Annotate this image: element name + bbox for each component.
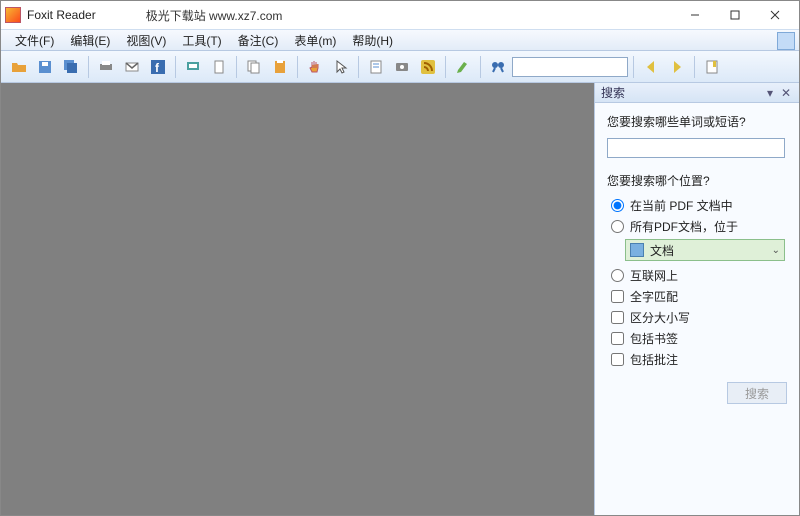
save-as-button[interactable] <box>59 55 83 79</box>
paste-button[interactable] <box>268 55 292 79</box>
check-annotations-label: 包括批注 <box>630 351 678 368</box>
radio-current-pdf[interactable]: 在当前 PDF 文档中 <box>611 197 787 214</box>
radio-all-pdf-input[interactable] <box>611 220 624 233</box>
check-case-input[interactable] <box>611 311 624 324</box>
snapshot-button[interactable] <box>390 55 414 79</box>
check-bookmarks-label: 包括书签 <box>630 330 678 347</box>
folder-icon <box>630 243 644 257</box>
search-panel: 搜索 ▾ ✕ 您要搜索哪些单词或短语? 您要搜索哪个位置? 在当前 PDF 文档… <box>594 83 799 515</box>
print-button[interactable] <box>94 55 118 79</box>
radio-current-pdf-label: 在当前 PDF 文档中 <box>630 197 733 214</box>
radio-current-pdf-input[interactable] <box>611 199 624 212</box>
radio-internet-label: 互联网上 <box>630 267 678 284</box>
copy-button[interactable] <box>242 55 266 79</box>
save-button[interactable] <box>33 55 57 79</box>
menu-tools[interactable]: 工具(T) <box>174 30 229 51</box>
check-case[interactable]: 区分大小写 <box>611 309 787 326</box>
app-logo-icon <box>5 7 21 23</box>
menu-view[interactable]: 视图(V) <box>118 30 174 51</box>
radio-internet[interactable]: 互联网上 <box>611 267 787 284</box>
menu-edit[interactable]: 编辑(E) <box>62 30 118 51</box>
search-where-label: 您要搜索哪个位置? <box>607 172 787 189</box>
menu-file[interactable]: 文件(F) <box>7 30 62 51</box>
bookmark-button[interactable] <box>700 55 724 79</box>
menu-help[interactable]: 帮助(H) <box>344 30 401 51</box>
rss-button[interactable] <box>416 55 440 79</box>
highlight-button[interactable] <box>451 55 475 79</box>
close-button[interactable] <box>755 3 795 27</box>
check-bookmarks[interactable]: 包括书签 <box>611 330 787 347</box>
toolbar-search-input[interactable] <box>512 57 628 77</box>
menu-comments[interactable]: 备注(C) <box>230 30 287 51</box>
check-case-label: 区分大小写 <box>630 309 690 326</box>
screen-button[interactable] <box>181 55 205 79</box>
hand-tool-button[interactable] <box>303 55 327 79</box>
document-area <box>1 83 594 515</box>
app-title: Foxit Reader <box>27 8 96 22</box>
open-file-button[interactable] <box>7 55 31 79</box>
panel-dropdown-icon[interactable]: ▾ <box>763 86 777 100</box>
fullscreen-icon[interactable] <box>777 32 795 50</box>
email-button[interactable] <box>120 55 144 79</box>
search-panel-title: 搜索 <box>601 84 625 101</box>
menu-forms[interactable]: 表单(m) <box>286 30 344 51</box>
folder-select-text: 文档 <box>650 242 674 259</box>
maximize-button[interactable] <box>715 3 755 27</box>
search-query-label: 您要搜索哪些单词或短语? <box>607 113 787 130</box>
menu-bar: 文件(F) 编辑(E) 视图(V) 工具(T) 备注(C) 表单(m) 帮助(H… <box>1 29 799 51</box>
find-button[interactable] <box>486 55 510 79</box>
toolbar: f <box>1 51 799 83</box>
text-select-button[interactable] <box>364 55 388 79</box>
minimize-button[interactable] <box>675 3 715 27</box>
select-tool-button[interactable] <box>329 55 353 79</box>
radio-internet-input[interactable] <box>611 269 624 282</box>
facebook-button[interactable]: f <box>146 55 170 79</box>
radio-all-pdf[interactable]: 所有PDF文档，位于 <box>611 218 787 235</box>
search-button[interactable]: 搜索 <box>727 382 787 404</box>
search-query-input[interactable] <box>607 138 785 158</box>
check-annotations[interactable]: 包括批注 <box>611 351 787 368</box>
panel-close-icon[interactable]: ✕ <box>779 86 793 100</box>
check-annotations-input[interactable] <box>611 353 624 366</box>
search-button-label: 搜索 <box>745 385 769 402</box>
folder-select[interactable]: 文档 ⌄ <box>625 239 785 261</box>
search-panel-header: 搜索 ▾ ✕ <box>595 83 799 103</box>
check-whole-word[interactable]: 全字匹配 <box>611 288 787 305</box>
page-button[interactable] <box>207 55 231 79</box>
app-subtitle: 极光下载站 www.xz7.com <box>146 7 283 24</box>
content-area: 搜索 ▾ ✕ 您要搜索哪些单词或短语? 您要搜索哪个位置? 在当前 PDF 文档… <box>1 83 799 515</box>
next-page-button[interactable] <box>665 55 689 79</box>
chevron-down-icon: ⌄ <box>772 245 780 256</box>
prev-page-button[interactable] <box>639 55 663 79</box>
check-whole-word-input[interactable] <box>611 290 624 303</box>
check-bookmarks-input[interactable] <box>611 332 624 345</box>
check-whole-word-label: 全字匹配 <box>630 288 678 305</box>
title-bar: Foxit Reader 极光下载站 www.xz7.com <box>1 1 799 29</box>
radio-all-pdf-label: 所有PDF文档，位于 <box>630 218 738 235</box>
